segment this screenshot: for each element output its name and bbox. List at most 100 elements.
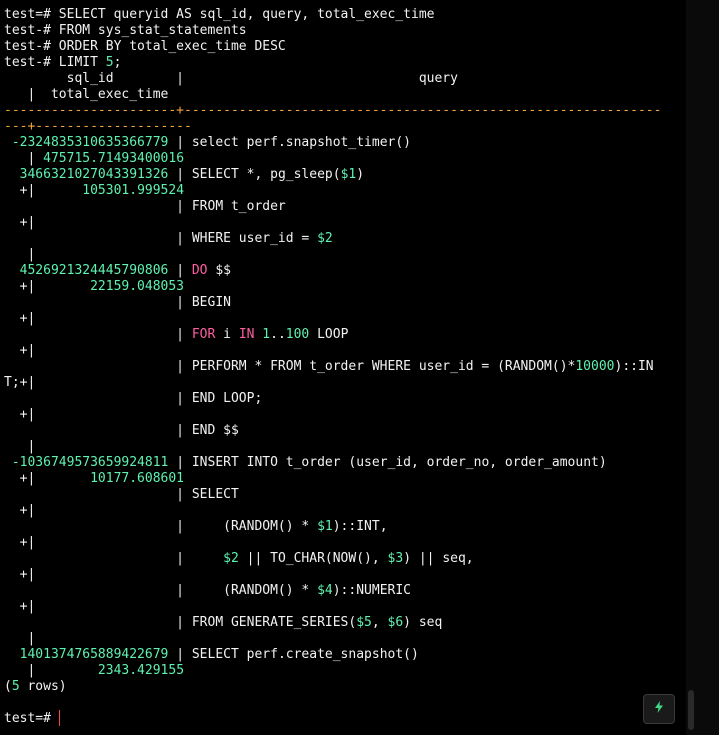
- terminal-text: | WHERE user_id =: [4, 231, 318, 246]
- terminal-text: $2: [317, 231, 333, 246]
- terminal-text: $3: [387, 551, 404, 566]
- terminal-line: | FOR i IN 1..100 LOOP: [4, 327, 348, 343]
- terminal-text: )::IN: [614, 359, 654, 374]
- terminal-text: | INSERT INTO t_order (user_id, order_no…: [168, 455, 607, 470]
- scrollbar[interactable]: [686, 0, 719, 735]
- terminal-text: | END $$: [4, 423, 239, 438]
- terminal-text: FOR: [191, 327, 216, 342]
- terminal-line: test=# SELECT queryid AS sql_id, query, …: [4, 7, 434, 23]
- terminal-text: 1401374765889422679: [4, 647, 169, 662]
- terminal-text: test-# FROM sys_stat_statements: [4, 23, 247, 38]
- terminal-text: -1036749573659924811: [4, 455, 169, 470]
- terminal-text: )::NUMERIC: [332, 583, 412, 598]
- terminal-line: 4526921324445790806 | DO $$: [4, 263, 231, 279]
- terminal-text: rows): [19, 679, 67, 694]
- terminal-text: ,: [371, 615, 388, 630]
- terminal-text: sql_id | query: [4, 71, 458, 86]
- terminal-text: $4: [317, 583, 333, 598]
- terminal-text: 10177.608601: [90, 471, 185, 486]
- terminal-text: | BEGIN: [4, 295, 231, 310]
- terminal-line: +|: [4, 343, 36, 359]
- terminal-text: | END LOOP;: [4, 391, 263, 406]
- terminal-text: )::INT,: [332, 519, 388, 534]
- terminal-text: $6: [387, 615, 404, 630]
- terminal-text: | FROM GENERATE_SERIES(: [4, 615, 357, 630]
- terminal-text: | (RANDOM() *: [4, 519, 318, 534]
- terminal-line: | total_exec_time: [4, 87, 168, 103]
- terminal-line: | 475715.71493400016: [4, 151, 184, 167]
- terminal-text: $2: [223, 551, 239, 566]
- terminal-line: +|: [4, 535, 36, 551]
- terminal-text: 10000: [575, 359, 615, 374]
- terminal-line: |: [4, 247, 35, 263]
- terminal-text: 4526921324445790806: [4, 263, 169, 278]
- terminal-line: | FROM GENERATE_SERIES($5, $6) seq: [4, 615, 442, 631]
- terminal-line: | WHERE user_id = $2: [4, 231, 333, 247]
- terminal-line: | END $$: [4, 423, 239, 439]
- terminal-text: ..: [270, 327, 286, 342]
- terminal-line: |: [4, 631, 35, 647]
- terminal-line: (5 rows): [4, 679, 67, 695]
- terminal-output[interactable]: test=# SELECT queryid AS sql_id, query, …: [0, 0, 686, 735]
- terminal-line: | (RANDOM() * $1)::INT,: [4, 519, 388, 535]
- terminal-line: test-# LIMIT 5;: [4, 55, 121, 71]
- terminal-text: (: [4, 679, 12, 694]
- terminal-text: | (RANDOM() *: [4, 583, 318, 598]
- terminal-text: |: [4, 631, 36, 646]
- quick-action-button[interactable]: [643, 694, 675, 724]
- terminal-text: |: [4, 151, 44, 166]
- terminal-text: +|: [4, 183, 83, 198]
- terminal-text: 105301.999524: [82, 183, 185, 198]
- terminal-text: test-# ORDER BY total_exec_time DESC: [4, 39, 286, 54]
- terminal-line: | (RANDOM() * $4)::NUMERIC: [4, 583, 411, 599]
- terminal-text: |: [4, 551, 224, 566]
- terminal-line: -2324835310635366779 | select perf.snaps…: [4, 135, 411, 151]
- text-cursor: [59, 710, 60, 726]
- terminal-line: +| 10177.608601: [4, 471, 184, 487]
- terminal-line: sql_id | query: [4, 71, 458, 87]
- terminal-line: test-# FROM sys_stat_statements: [4, 23, 247, 39]
- terminal-text: ) || seq,: [403, 551, 474, 566]
- terminal-text: | SELECT *, pg_sleep(: [168, 167, 341, 182]
- terminal-text: ----------------------+-----------------…: [4, 103, 662, 118]
- terminal-text: +|: [4, 503, 36, 518]
- terminal-text: +|: [4, 471, 91, 486]
- terminal-line: | SELECT: [4, 487, 239, 503]
- terminal-text: 3466321027043391326: [4, 167, 169, 182]
- terminal-line: test=#: [4, 711, 59, 727]
- terminal-text: -2324835310635366779: [4, 135, 169, 150]
- terminal-line: 3466321027043391326 | SELECT *, pg_sleep…: [4, 167, 364, 183]
- terminal-text: |: [4, 327, 192, 342]
- terminal-line: 1401374765889422679 | SELECT perf.create…: [4, 647, 419, 663]
- terminal-line: +|: [4, 599, 36, 615]
- terminal-text: IN: [238, 327, 255, 342]
- terminal-line: +|: [4, 567, 36, 583]
- terminal-line: T;+|: [4, 375, 35, 391]
- terminal-line: | BEGIN: [4, 295, 231, 311]
- terminal-line: | END LOOP;: [4, 391, 262, 407]
- terminal-line: test-# ORDER BY total_exec_time DESC: [4, 39, 286, 55]
- terminal-text: |: [4, 663, 98, 678]
- terminal-text: ): [356, 167, 365, 182]
- terminal-text: ;: [113, 55, 122, 70]
- terminal-text: +|: [4, 407, 36, 422]
- terminal-text: || TO_CHAR(NOW(),: [238, 551, 388, 566]
- terminal-text: 5: [11, 679, 20, 694]
- terminal-text: $5: [356, 615, 372, 630]
- terminal-text: 475715.71493400016: [43, 151, 185, 166]
- terminal-line: +| 22159.048053: [4, 279, 184, 295]
- terminal-line: +|: [4, 503, 36, 519]
- terminal-text: | PERFORM * FROM t_order WHERE user_id =…: [4, 359, 576, 374]
- terminal-text: test=#: [4, 711, 59, 726]
- terminal-text: 22159.048053: [90, 279, 185, 294]
- terminal-line: ----------------------+-----------------…: [4, 103, 661, 119]
- terminal-text: i: [215, 327, 239, 342]
- terminal-text: ---+--------------------: [4, 119, 192, 134]
- terminal-text: $1: [317, 519, 333, 534]
- terminal-text: test-# LIMIT: [4, 55, 106, 70]
- scrollbar-thumb[interactable]: [688, 690, 694, 730]
- terminal-text: +|: [4, 343, 36, 358]
- terminal-text: $$: [207, 263, 231, 278]
- terminal-text: +|: [4, 535, 36, 550]
- terminal-text: | select perf.snapshot_timer(): [168, 135, 412, 150]
